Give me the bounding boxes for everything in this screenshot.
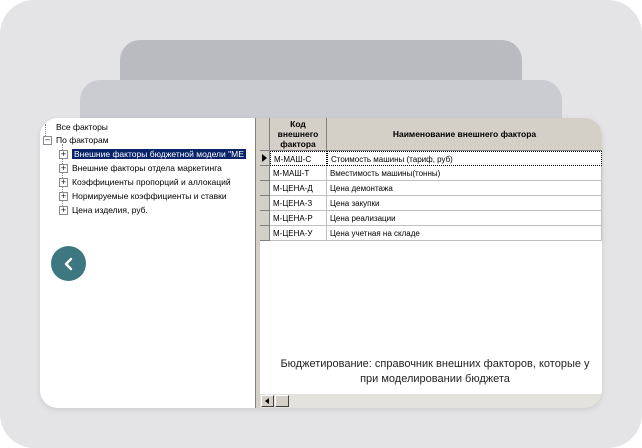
arrow-left-icon	[265, 398, 269, 404]
note-line: при моделировании бюджета	[360, 373, 510, 385]
cell-code[interactable]: М-ЦЕНА-Р	[270, 211, 327, 226]
cell-code[interactable]: М-МАШ-С	[270, 151, 327, 166]
app-frame: Все факторы − По факторам + Внешние фактор…	[0, 0, 642, 448]
tree-node-item[interactable]: + Внешние факторы бюджетной модели "МЕ	[59, 148, 246, 161]
row-indicator[interactable]	[260, 196, 270, 211]
column-header-name[interactable]: Наименование внешнего фактора	[327, 118, 602, 150]
table-row[interactable]: М-ЦЕНА-З Цена закупки	[260, 196, 602, 211]
tree-node-label: Цена изделия, руб.	[72, 205, 148, 215]
tree-node-all-factors[interactable]: Все факторы	[56, 121, 108, 134]
cell-code[interactable]: М-МАШ-Т	[270, 166, 327, 181]
tree-node-label: Нормируемые коэффициенты и ставки	[72, 191, 227, 201]
tree-node-item[interactable]: + Коэффициенты пропорций и аллокаций	[59, 176, 231, 189]
row-indicator[interactable]	[260, 181, 270, 196]
cell-name[interactable]: Цена реализации	[327, 211, 602, 226]
cell-code[interactable]: М-ЦЕНА-У	[270, 226, 327, 241]
column-header-code[interactable]: Код внешнего фактора	[270, 118, 327, 150]
scroll-left-button[interactable]	[261, 395, 274, 407]
tree-node-label: Внешние факторы бюджетной модели "МЕ	[72, 149, 246, 159]
horizontal-scrollbar[interactable]	[260, 393, 602, 408]
cell-code[interactable]: М-ЦЕНА-З	[270, 196, 327, 211]
tree-node-label: Коэффициенты пропорций и аллокаций	[72, 177, 231, 187]
cell-name[interactable]: Цена демонтажа	[327, 181, 602, 196]
factor-grid: Код внешнего фактора Наименование внешне…	[260, 118, 602, 408]
row-indicator-header	[260, 118, 270, 150]
scrollbar-thumb[interactable]	[275, 395, 289, 407]
grid-header: Код внешнего фактора Наименование внешне…	[260, 118, 602, 151]
row-indicator[interactable]	[260, 211, 270, 226]
note-line: Бюджетирование: справочник внешних факто…	[280, 358, 590, 370]
tree-node-label: По факторам	[56, 135, 109, 145]
table-row[interactable]: М-МАШ-С Стоимость машины (тариф, руб)	[260, 151, 602, 166]
tree-node-label: Все факторы	[56, 122, 108, 132]
tree-node-item[interactable]: + Нормируемые коэффициенты и ставки	[59, 190, 227, 203]
back-button[interactable]	[51, 246, 86, 281]
expand-icon[interactable]: +	[59, 206, 68, 216]
table-row[interactable]: М-ЦЕНА-Р Цена реализации	[260, 211, 602, 226]
cell-name[interactable]: Стоимость машины (тариф, руб)	[327, 151, 602, 166]
tree-node-item[interactable]: + Внешние факторы отдела маркетинга	[59, 162, 222, 175]
row-indicator[interactable]	[260, 166, 270, 181]
expand-icon[interactable]: +	[59, 192, 68, 202]
chevron-left-icon	[64, 257, 72, 270]
grid-empty-note: Бюджетирование: справочник внешних факто…	[260, 357, 602, 387]
cell-name[interactable]: Цена учетная на складе	[327, 226, 602, 241]
row-indicator[interactable]	[260, 151, 270, 166]
table-row[interactable]: М-ЦЕНА-У Цена учетная на складе	[260, 226, 602, 241]
expand-icon[interactable]: +	[59, 164, 68, 174]
expand-icon[interactable]: +	[59, 178, 68, 188]
table-row[interactable]: М-МАШ-Т Вместимость машины(тонны)	[260, 166, 602, 181]
cell-code[interactable]: М-ЦЕНА-Д	[270, 181, 327, 196]
tree-node-item[interactable]: + Цена изделия, руб.	[59, 204, 148, 217]
cell-name[interactable]: Цена закупки	[327, 196, 602, 211]
grid-body: М-МАШ-С Стоимость машины (тариф, руб) М-…	[260, 151, 602, 393]
app-window: Все факторы − По факторам + Внешние фактор…	[40, 118, 602, 408]
row-indicator[interactable]	[260, 226, 270, 241]
current-row-icon	[262, 154, 267, 162]
expand-icon[interactable]: +	[59, 150, 68, 160]
table-row[interactable]: М-ЦЕНА-Д Цена демонтажа	[260, 181, 602, 196]
tree-node-label: Внешние факторы отдела маркетинга	[72, 163, 222, 173]
cell-name[interactable]: Вместимость машины(тонны)	[327, 166, 602, 181]
collapse-icon[interactable]: −	[43, 136, 52, 146]
tree-node-by-factors[interactable]: − По факторам	[43, 134, 109, 147]
